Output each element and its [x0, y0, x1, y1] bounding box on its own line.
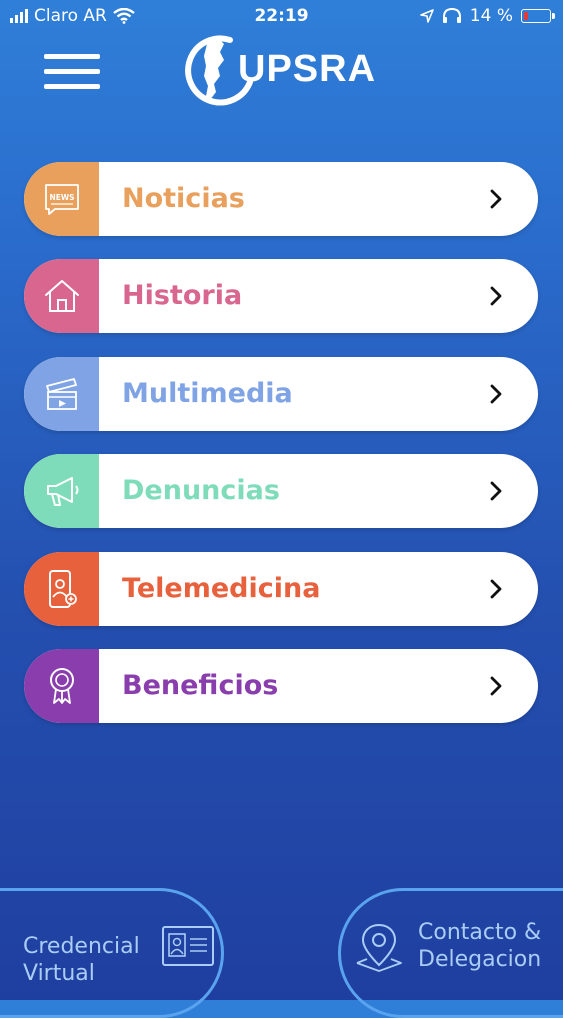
- menu-label-beneficios: Beneficios: [122, 670, 279, 701]
- menu-item-historia[interactable]: Historia: [24, 259, 538, 333]
- news-icon: NEWS: [44, 184, 79, 215]
- menu-icon-box: [24, 649, 99, 723]
- credencial-virtual-button[interactable]: Credencial Virtual: [0, 888, 224, 1018]
- headphones-icon: [442, 8, 461, 23]
- id-card-icon: [162, 926, 214, 966]
- chevron-right-icon: [490, 286, 502, 306]
- chevron-right-icon: [490, 676, 502, 696]
- menu-item-beneficios[interactable]: Beneficios: [24, 649, 538, 723]
- clapperboard-icon: [45, 378, 77, 410]
- chevron-right-icon: [490, 579, 502, 599]
- menu-item-telemedicina[interactable]: Telemedicina: [24, 552, 538, 626]
- credencial-label: Credencial Virtual: [23, 933, 140, 987]
- hamburger-menu-icon[interactable]: [44, 52, 100, 92]
- battery-percent: 14 %: [469, 6, 513, 26]
- menu-item-multimedia[interactable]: Multimedia: [24, 357, 538, 431]
- menu-label-telemedicina: Telemedicina: [122, 573, 321, 604]
- megaphone-icon: [46, 477, 78, 506]
- contacto-delegacion-button[interactable]: Contacto & Delegacion: [338, 888, 563, 1018]
- contacto-line2: Delegacion: [418, 947, 542, 972]
- credencial-line1: Credencial: [23, 934, 140, 959]
- map-pin-icon: [356, 923, 402, 972]
- menu-item-denuncias[interactable]: Denuncias: [24, 454, 538, 528]
- chevron-right-icon: [490, 481, 502, 501]
- credencial-line2: Virtual: [23, 961, 95, 986]
- award-ribbon-icon: [49, 668, 74, 704]
- status-right: 14 %: [419, 6, 555, 26]
- battery-icon: [521, 9, 555, 23]
- menu-label-multimedia: Multimedia: [122, 378, 293, 409]
- menu-icon-box: [24, 259, 99, 333]
- phone-doctor-icon: [48, 570, 77, 608]
- menu-icon-box: [24, 552, 99, 626]
- menu-label-denuncias: Denuncias: [122, 475, 280, 506]
- location-arrow-icon: [419, 9, 434, 23]
- contacto-label: Contacto & Delegacion: [418, 919, 541, 973]
- menu-icon-box: [24, 454, 99, 528]
- menu-item-noticias[interactable]: NEWS Noticias: [24, 162, 538, 236]
- chevron-right-icon: [490, 384, 502, 404]
- battery-level: [524, 12, 528, 20]
- menu-icon-box: [24, 357, 99, 431]
- status-bar: Claro AR 22:19 14 %: [0, 0, 563, 34]
- news-icon-label: NEWS: [49, 193, 74, 202]
- upsra-logo: UPSRA: [178, 30, 388, 110]
- logo-text: UPSRA: [238, 48, 377, 90]
- contacto-line1: Contacto &: [418, 920, 542, 945]
- chevron-right-icon: [490, 189, 502, 209]
- home-icon: [44, 280, 79, 312]
- menu-label-historia: Historia: [122, 280, 243, 311]
- menu-icon-box: NEWS: [24, 162, 99, 236]
- menu-label-noticias: Noticias: [122, 183, 245, 214]
